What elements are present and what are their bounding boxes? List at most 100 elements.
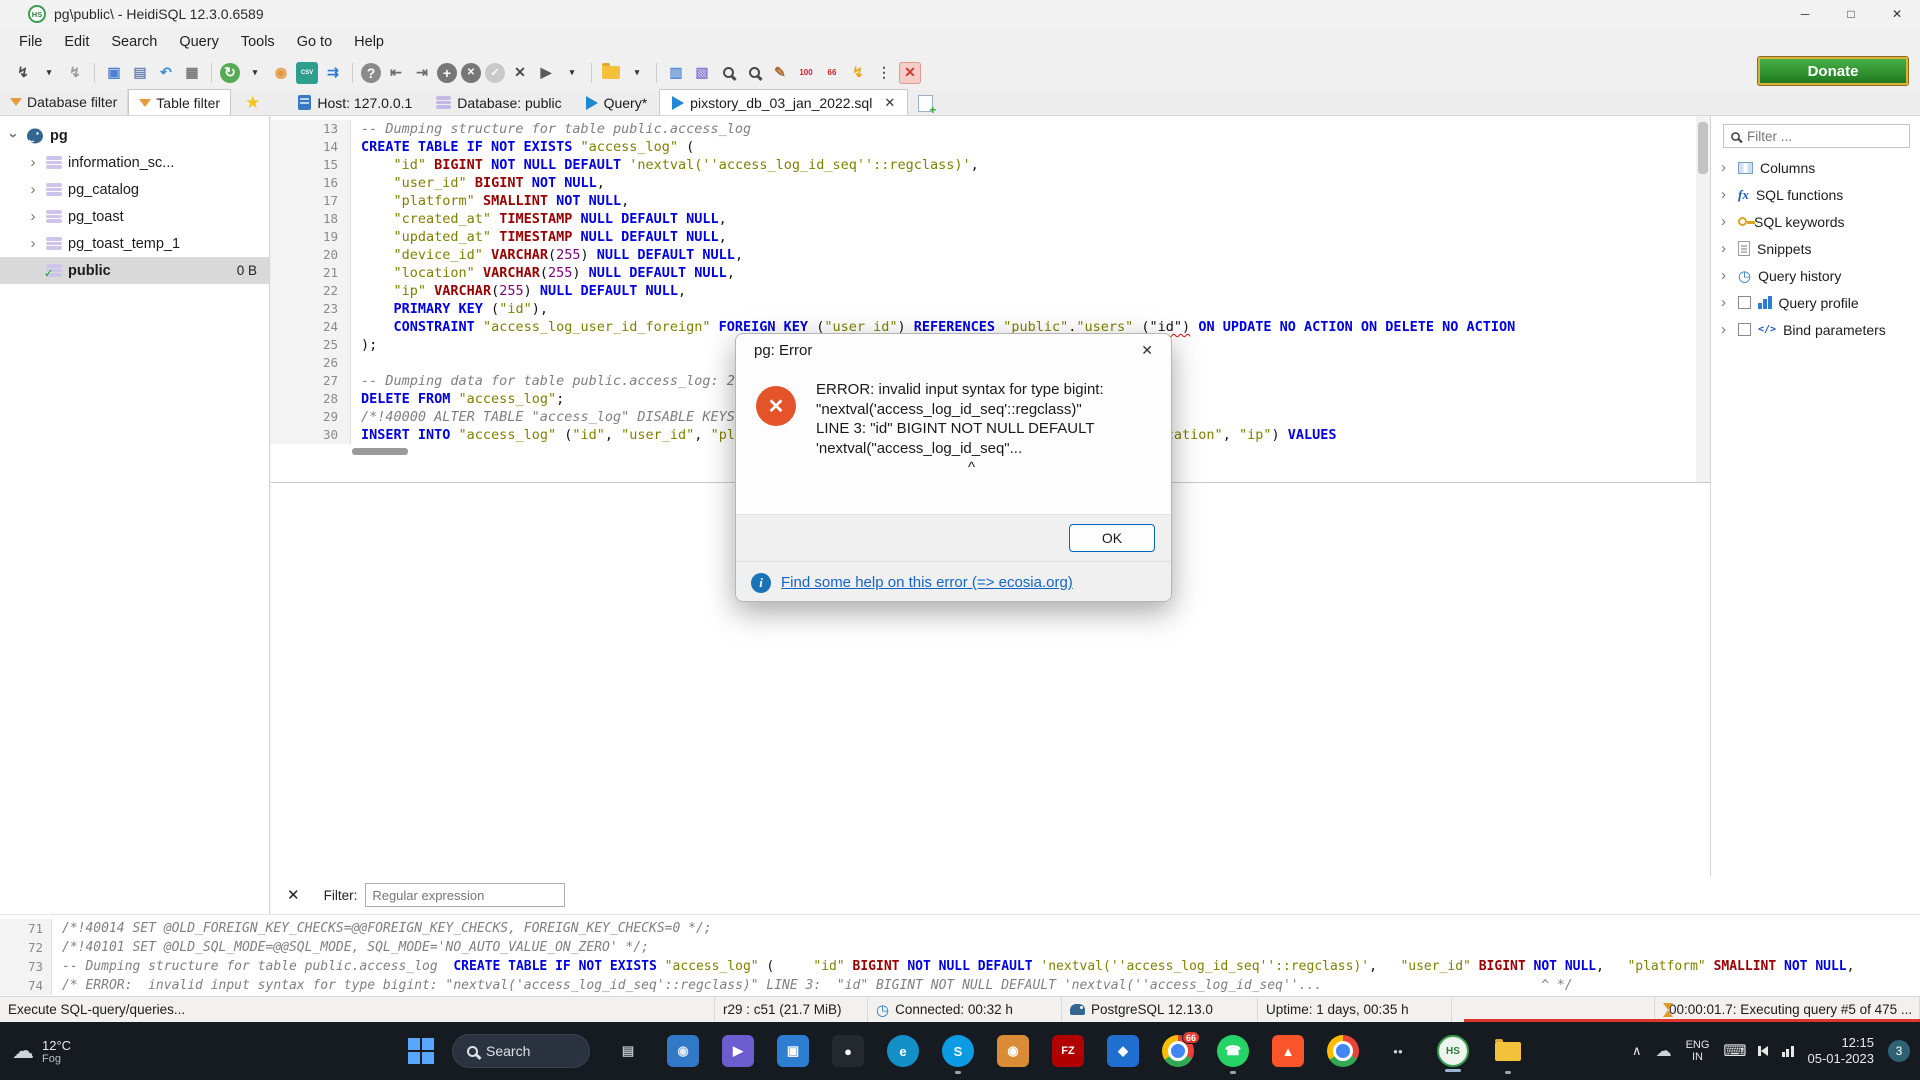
chevron-right-icon[interactable]: › (1721, 321, 1731, 338)
connect-dropdown-icon[interactable]: ▾ (38, 62, 60, 84)
contacts-app-icon[interactable]: ◉ (997, 1035, 1029, 1067)
tab-query[interactable]: Query* (574, 90, 660, 115)
helper-filter-box[interactable] (1723, 124, 1910, 148)
disconnect-icon[interactable]: ↯ (64, 62, 86, 84)
chevron-right-icon[interactable]: › (26, 154, 40, 171)
menu-tools[interactable]: Tools (230, 31, 286, 53)
tree-root-pg[interactable]: › pg (0, 122, 269, 149)
helper-item-query-history[interactable]: ›◷Query history (1711, 262, 1920, 289)
helper-filter-input[interactable] (1747, 129, 1887, 144)
tree-item-pg_catalog[interactable]: ›pg_catalog (0, 176, 269, 203)
maximize-button[interactable]: □ (1828, 0, 1874, 28)
taskbar-weather[interactable]: ☁ 12°C Fog (0, 1038, 140, 1065)
run-icon[interactable]: ▶ (535, 62, 557, 84)
taskbar-search[interactable]: Search (452, 1034, 590, 1068)
cancel-icon[interactable]: ✕ (461, 63, 481, 83)
helper-item-sql-functions[interactable]: ›fxSQL functions (1711, 181, 1920, 208)
volume-icon[interactable] (1761, 1046, 1768, 1056)
sql-log-panel[interactable]: 71/*!40014 SET @OLD_FOREIGN_KEY_CHECKS=@… (0, 914, 1920, 996)
menu-go-to[interactable]: Go to (286, 31, 343, 53)
save-snippet-icon[interactable]: ▧ (691, 62, 713, 84)
tree-item-information_sc[interactable]: ›information_sc... (0, 149, 269, 176)
print-icon[interactable]: ▦ (181, 62, 203, 84)
camera-app-icon[interactable]: ◉ (667, 1035, 699, 1067)
beautify-icon[interactable]: ✎ (769, 62, 791, 84)
brave-icon[interactable]: ▲ (1272, 1035, 1304, 1067)
jump-last-icon[interactable]: ⇥ (411, 62, 433, 84)
filezilla-icon[interactable]: FZ (1052, 1035, 1084, 1067)
taskbar-clock[interactable]: 12:15 05-01-2023 (1808, 1035, 1875, 1067)
helper-item-columns[interactable]: ›Columns (1711, 154, 1920, 181)
donate-button[interactable]: Donate (1758, 57, 1908, 85)
people-app-icon[interactable]: ●● (1382, 1035, 1414, 1067)
tab-close-icon[interactable]: ✕ (884, 95, 895, 111)
discard-icon[interactable]: ✕ (509, 62, 531, 84)
dialog-close-icon[interactable]: ✕ (1141, 342, 1153, 359)
close-button[interactable]: ✕ (1874, 0, 1920, 28)
menu-search[interactable]: Search (100, 31, 168, 53)
chevron-right-icon[interactable]: › (26, 181, 40, 198)
error-help-link[interactable]: Find some help on this error (=> ecosia.… (781, 574, 1073, 591)
kebab-menu-icon[interactable]: ⋮ (873, 62, 895, 84)
find-again-icon[interactable] (743, 62, 765, 84)
photos-app-icon[interactable]: ▣ (777, 1035, 809, 1067)
post-icon[interactable]: ✓ (485, 63, 505, 83)
paste-icon[interactable]: ▤ (129, 62, 151, 84)
helper-item-query-profile[interactable]: ›Query profile (1711, 289, 1920, 316)
chevron-right-icon[interactable]: › (1721, 213, 1731, 230)
chevron-right-icon[interactable]: › (26, 235, 40, 252)
heidisql-icon[interactable]: HS (1437, 1035, 1469, 1067)
vscode-app-icon[interactable]: ◆ (1107, 1035, 1139, 1067)
bolt-icon[interactable]: ↯ (847, 62, 869, 84)
github-app-icon[interactable]: ● (832, 1035, 864, 1067)
chevron-right-icon[interactable]: › (26, 208, 40, 225)
save-icon[interactable]: ▥ (665, 62, 687, 84)
touch-keyboard-icon[interactable]: ⌨ (1723, 1041, 1746, 1061)
chevron-right-icon[interactable]: › (1721, 294, 1731, 311)
editor-vertical-scrollbar[interactable] (1696, 116, 1710, 482)
tab-host[interactable]: Host: 127.0.0.1 (286, 90, 424, 115)
connect-icon[interactable]: ↯ (12, 62, 34, 84)
ok-button[interactable]: OK (1069, 524, 1155, 552)
menu-file[interactable]: File (8, 31, 53, 53)
tab-database-filter[interactable]: Database filter (0, 89, 128, 115)
tab-database[interactable]: Database: public (424, 90, 573, 115)
find-icon[interactable] (717, 62, 739, 84)
checkbox[interactable] (1738, 296, 1751, 309)
edge-icon[interactable]: e (887, 1035, 919, 1067)
tree-item-pg_toast[interactable]: ›pg_toast (0, 203, 269, 230)
helper-item-sql-keywords[interactable]: ›SQL keywords (1711, 208, 1920, 235)
limit-66-icon[interactable]: 66 (821, 62, 843, 84)
limit-100-icon[interactable]: 100 (795, 62, 817, 84)
chevron-down-icon[interactable]: › (6, 127, 20, 144)
user-manager-icon[interactable]: ◉ (270, 62, 292, 84)
network-icon[interactable] (1782, 1045, 1794, 1057)
copy-icon[interactable]: ▣ (103, 62, 125, 84)
chrome-secondary-icon[interactable] (1327, 1035, 1359, 1067)
tree-item-public[interactable]: ✓public0 B (0, 257, 269, 284)
help-icon[interactable]: ? (361, 63, 381, 83)
minimize-button[interactable]: ─ (1782, 0, 1828, 28)
favorites-star-icon[interactable]: ★ (245, 93, 260, 113)
chevron-right-icon[interactable]: › (1721, 186, 1731, 203)
tab-sql-file[interactable]: pixstory_db_03_jan_2022.sql ✕ (659, 89, 908, 115)
start-button[interactable] (408, 1038, 434, 1064)
log-filter-input[interactable] (365, 883, 565, 907)
skype-icon[interactable]: S (942, 1035, 974, 1067)
open-file-icon[interactable] (600, 62, 622, 84)
menu-edit[interactable]: Edit (53, 31, 100, 53)
helper-item-bind-parameters[interactable]: ›</>Bind parameters (1711, 316, 1920, 343)
media-app-icon[interactable]: ▶ (722, 1035, 754, 1067)
onedrive-cloud-icon[interactable]: ☁ (1656, 1041, 1672, 1061)
desktop-app-icon[interactable]: ▤ (612, 1035, 644, 1067)
undo-icon[interactable]: ↶ (155, 62, 177, 84)
whatsapp-icon[interactable]: ☎ (1217, 1035, 1249, 1067)
refresh-dropdown-icon[interactable]: ▾ (244, 62, 266, 84)
explorer-icon[interactable] (1492, 1035, 1524, 1067)
stop-icon[interactable]: ✕ (899, 62, 921, 84)
add-row-icon[interactable]: + (437, 63, 457, 83)
menu-query[interactable]: Query (168, 31, 230, 53)
dialog-title-bar[interactable]: pg: Error ✕ (736, 334, 1171, 366)
chevron-right-icon[interactable]: › (1721, 267, 1731, 284)
csv-export-icon[interactable]: CSV (296, 62, 318, 84)
